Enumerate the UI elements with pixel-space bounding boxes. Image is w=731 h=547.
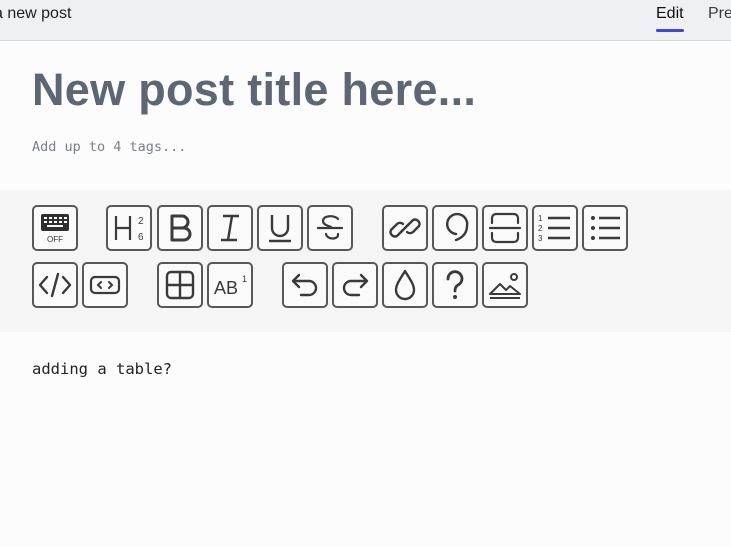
help-button[interactable]	[432, 262, 478, 308]
tab-preview[interactable]: Pre	[708, 5, 731, 23]
separator-icon	[488, 212, 522, 244]
active-tab-indicator	[656, 29, 684, 32]
link-button[interactable]	[382, 205, 428, 251]
code-icon	[38, 272, 72, 298]
strikethrough-icon	[316, 215, 344, 240]
quote-icon	[446, 212, 469, 242]
italic-icon	[221, 214, 239, 242]
heading-button[interactable]: 2 6	[106, 205, 152, 251]
link-icon	[389, 218, 421, 238]
svg-text:AB: AB	[214, 278, 238, 298]
svg-text:2: 2	[538, 224, 543, 233]
unordered-list-button[interactable]	[582, 205, 628, 251]
unordered-list-icon	[591, 216, 620, 240]
underline-icon	[269, 215, 291, 243]
post-body-textarea[interactable]: adding a table?	[32, 360, 172, 378]
code-button[interactable]	[32, 262, 78, 308]
droplet-icon	[394, 269, 416, 301]
ordered-list-button[interactable]: 123	[532, 205, 578, 251]
superscript-button[interactable]: AB 1	[207, 262, 253, 308]
quote-button[interactable]	[432, 205, 478, 251]
editor-toolbar: OFF 2 6 1 2 3 AB 1	[0, 190, 731, 332]
underline-button[interactable]	[257, 205, 303, 251]
tags-input[interactable]: Add up to 4 tags...	[32, 139, 186, 155]
keyboard-off-label: OFF	[47, 235, 63, 244]
bold-icon	[170, 214, 192, 242]
color-button[interactable]	[382, 262, 428, 308]
undo-icon	[291, 273, 318, 297]
svg-text:3: 3	[538, 234, 543, 243]
image-icon	[489, 273, 521, 299]
bold-button[interactable]	[157, 205, 203, 251]
post-title-input[interactable]: New post title here...	[32, 64, 476, 116]
table-icon	[165, 270, 195, 300]
separator-button[interactable]	[482, 205, 528, 251]
italic-button[interactable]	[207, 205, 253, 251]
table-button[interactable]	[157, 262, 203, 308]
code-block-button[interactable]	[82, 262, 128, 308]
redo-icon	[342, 273, 369, 297]
page-heading: a new post	[0, 5, 72, 22]
svg-text:1: 1	[538, 214, 543, 223]
code-block-icon	[89, 275, 121, 295]
keyboard-shortcuts-button[interactable]: OFF	[32, 205, 78, 251]
tab-edit[interactable]: Edit	[656, 5, 684, 23]
question-icon	[446, 270, 464, 299]
heading-icon: 2 6	[114, 216, 144, 243]
svg-text:6: 6	[138, 232, 144, 243]
keyboard-icon: OFF	[41, 214, 69, 244]
strikethrough-button[interactable]	[307, 205, 353, 251]
top-bar: a new post Edit Pre	[0, 0, 731, 41]
svg-text:2: 2	[138, 216, 144, 227]
ordered-list-icon: 123	[538, 214, 570, 243]
svg-text:1: 1	[242, 274, 247, 284]
redo-button[interactable]	[332, 262, 378, 308]
image-button[interactable]	[482, 262, 528, 308]
superscript-icon: AB 1	[214, 274, 247, 298]
undo-button[interactable]	[282, 262, 328, 308]
